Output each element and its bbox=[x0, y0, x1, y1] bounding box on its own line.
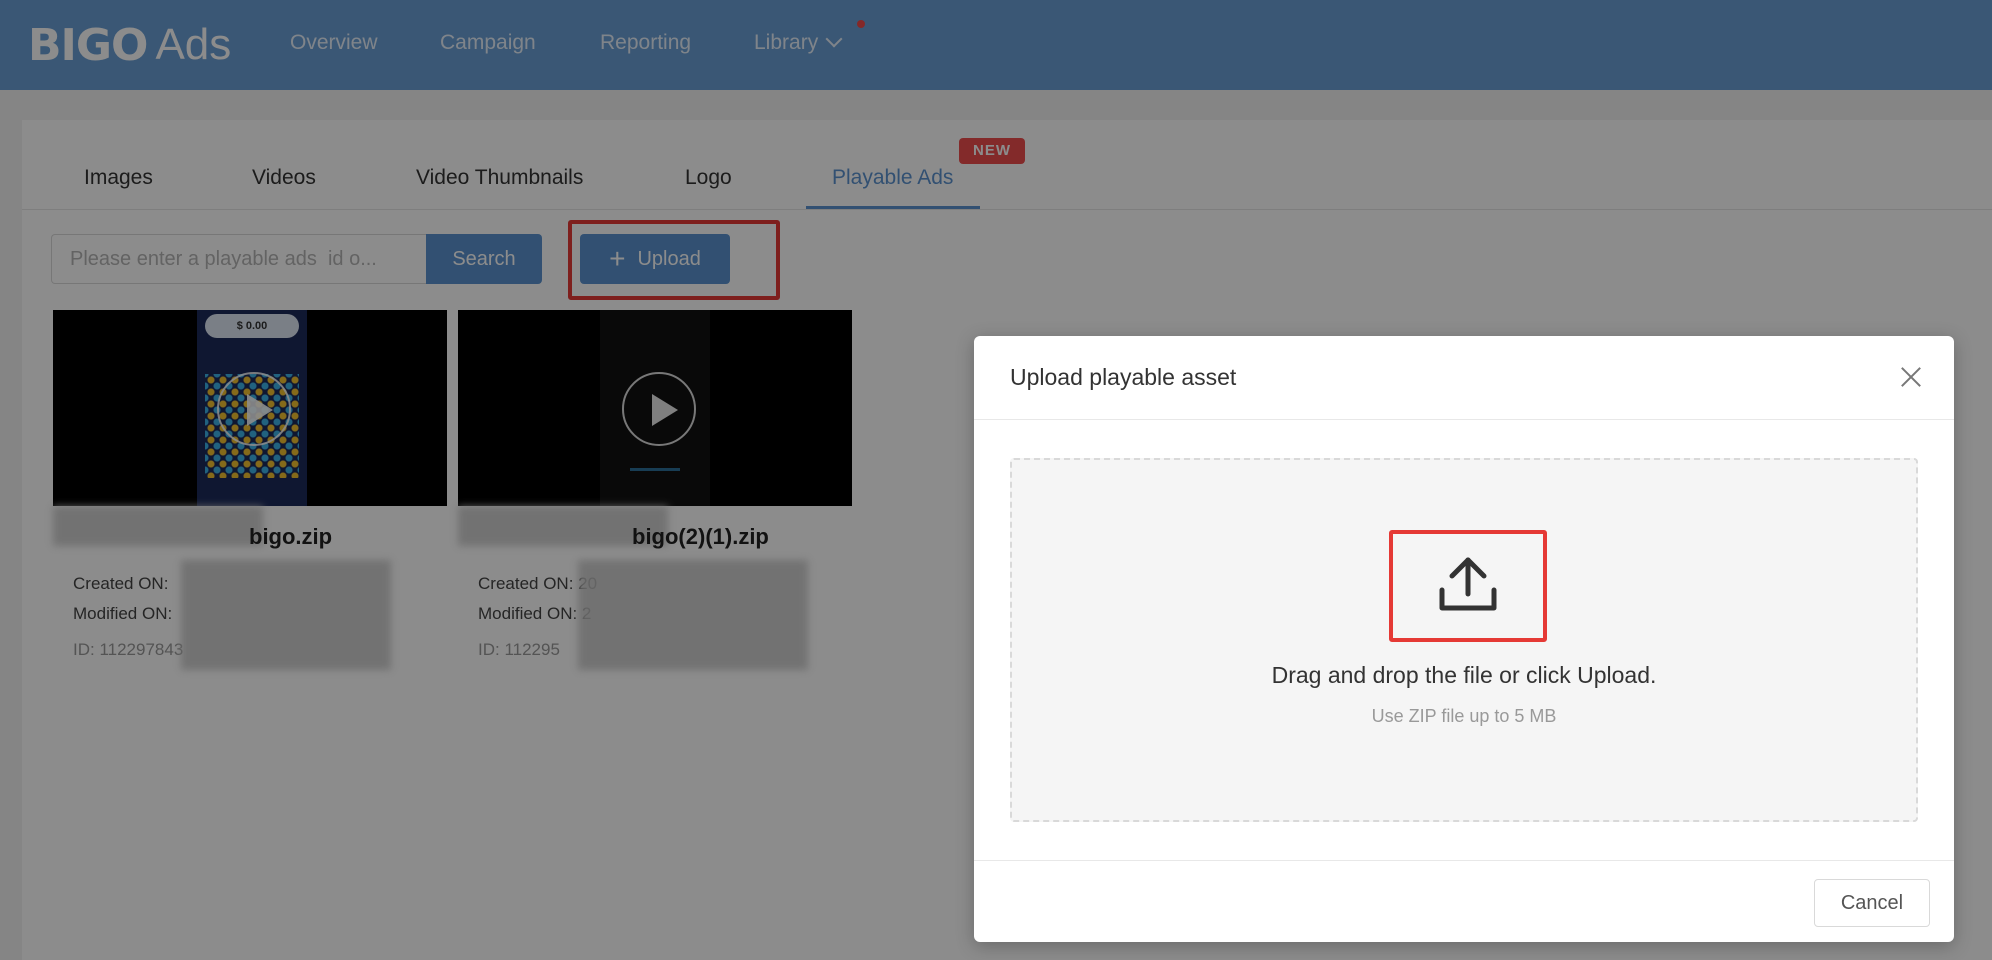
close-icon[interactable] bbox=[1896, 362, 1926, 392]
modal-header: Upload playable asset bbox=[974, 336, 1954, 420]
dropzone-instruction: Drag and drop the file or click Upload. bbox=[1271, 662, 1657, 688]
dropzone-file-limit: Use ZIP file up to 5 MB bbox=[1371, 706, 1557, 726]
modal-title: Upload playable asset bbox=[1010, 364, 1237, 390]
cancel-button[interactable]: Cancel bbox=[1814, 879, 1930, 927]
upload-icon[interactable] bbox=[1438, 556, 1498, 612]
upload-icon-highlight[interactable] bbox=[1389, 530, 1547, 642]
modal-footer: Cancel bbox=[974, 860, 1954, 942]
file-dropzone[interactable]: Drag and drop the file or click Upload. … bbox=[1010, 458, 1918, 822]
upload-playable-modal: Upload playable asset Drag and drop the … bbox=[974, 336, 1954, 942]
